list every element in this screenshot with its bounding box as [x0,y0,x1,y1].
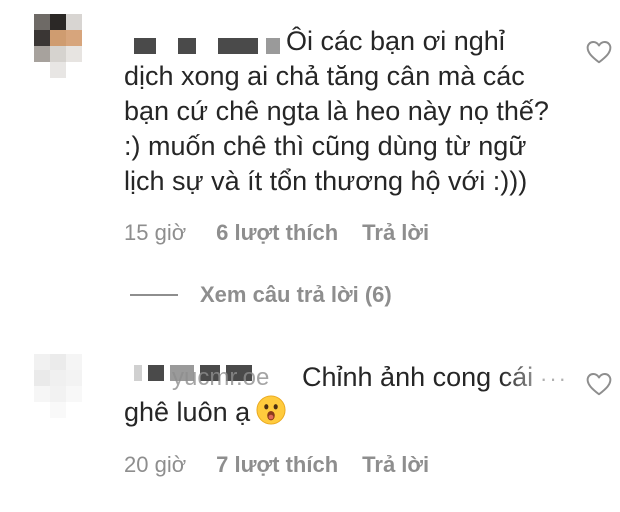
reply-button[interactable]: Trả lời [362,220,429,246]
comment-text: bạn cứ chê ngta là heo này nọ thế? [124,94,549,129]
avatar[interactable] [34,354,98,418]
comment-2: yucmr.oe Chỉnh ảnh cong cái ··· ghê luôn… [0,340,620,512]
comment-text: dịch xong ai chả tăng cân mà các [124,59,525,94]
censored-username[interactable] [134,37,280,55]
likes-count[interactable]: 7 lượt thích [216,452,338,478]
comment-meta: 20 giờ 7 lượt thích Trả lời [124,452,429,478]
view-replies-button[interactable]: Xem câu trả lời (6) [130,282,392,308]
view-replies-label: Xem câu trả lời (6) [200,282,392,307]
comment-text: :) muốn chê thì cũng dùng từ ngữ [124,129,526,164]
comment-text: lịch sự và ít tổn thương hộ với :))) [124,164,527,199]
comment-time: 15 giờ [124,220,187,245]
comment-time: 20 giờ [124,452,187,477]
comment-line: Ôi các bạn ơi nghỉ [286,26,505,56]
comment-text: ghê luôn ạ [124,395,286,430]
partial-username: yucmr.oe [172,364,270,391]
heart-icon[interactable] [586,40,612,64]
comment-text: Ôi các bạn ơi nghỉ [286,24,505,59]
comment-line: :) muốn chê thì cũng dùng từ ngữ [124,131,527,161]
astonished-face-emoji [256,395,286,425]
comment-meta: 15 giờ 6 lượt thích Trả lời [124,220,429,246]
comment-1: Ôi các bạn ơi nghỉ dịch xong ai chả tăng… [0,0,620,260]
comment-line: ghê luôn ạ [124,397,251,427]
comment-line: dịch xong ai chả tăng cân mà các [124,61,525,91]
avatar[interactable] [34,14,98,78]
heart-icon[interactable] [586,372,612,396]
comment-line: Chỉnh ảnh cong cái [302,362,534,392]
comment-line: lịch sự và ít tổn thương hộ với :))) [124,166,528,196]
comment-line: bạn cứ chê ngta là heo này nọ thế? [124,96,549,126]
likes-count[interactable]: 6 lượt thích [216,220,338,246]
comment-text: Chỉnh ảnh cong cái [302,360,533,395]
ellipsis-icon[interactable]: ··· [540,366,568,392]
divider-line [130,294,178,296]
reply-button[interactable]: Trả lời [362,452,429,478]
